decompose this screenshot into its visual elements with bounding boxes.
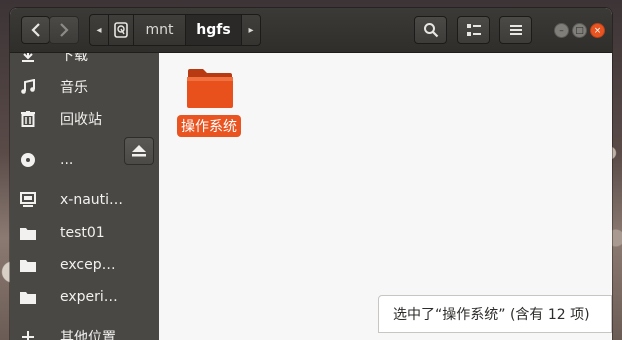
trash-icon (19, 110, 37, 128)
path-scroll-left-button[interactable]: ◂ (89, 14, 109, 46)
sidebar-item-label: 其他位置 (60, 330, 116, 340)
back-button[interactable] (21, 16, 50, 44)
sidebar-item-other-locations[interactable]: 其他位置 (10, 321, 159, 340)
file-manager-window: ◂ mnt hgfs ▸ – □ × 下载 音乐 回收站 ... x-nauti… (10, 8, 612, 340)
disc-icon (19, 151, 37, 169)
caret-right-icon: ▸ (248, 24, 254, 36)
plus-icon (19, 328, 37, 340)
file-item-label: 操作系统 (177, 115, 241, 137)
maximize-button[interactable]: □ (572, 23, 587, 38)
caret-left-icon: ◂ (96, 24, 102, 36)
search-icon (423, 23, 438, 38)
path-crumb-root[interactable] (108, 14, 134, 46)
eject-button[interactable] (124, 137, 154, 165)
sidebar-item-label: x-nauti… (60, 192, 124, 208)
computer-icon (19, 191, 37, 209)
status-overlay: 选中了“操作系统” (含有 12 项) (378, 295, 612, 333)
sidebar-item-trash[interactable]: 回收站 (10, 103, 159, 135)
search-button[interactable] (414, 16, 447, 44)
sidebar-item-downloads[interactable]: 下载 (10, 53, 159, 71)
path-crumb-hgfs[interactable]: hgfs (185, 14, 242, 46)
maximize-icon: □ (575, 25, 584, 36)
sidebar-item-excep[interactable]: excep… (10, 249, 159, 281)
header-bar: ◂ mnt hgfs ▸ – □ × (10, 8, 612, 53)
sidebar-item-experi[interactable]: experi… (10, 281, 159, 313)
sidebar-item-label: 音乐 (60, 80, 88, 96)
eject-icon (132, 145, 146, 157)
sidebar-item-label: 回收站 (60, 112, 102, 128)
sidebar-item-label: 下载 (60, 53, 88, 64)
hamburger-menu-icon (509, 25, 522, 35)
path-bar: ◂ mnt hgfs ▸ (89, 14, 261, 46)
path-scroll-right-button[interactable]: ▸ (241, 14, 261, 46)
chevron-left-icon (30, 23, 40, 37)
sidebar-item-x-nautilus[interactable]: x-nauti… (10, 184, 159, 216)
path-crumb-mnt[interactable]: mnt (133, 14, 186, 46)
folder-icon (19, 256, 37, 274)
sidebar-item-label: excep… (60, 257, 116, 273)
folder-icon (19, 224, 37, 242)
close-icon: × (593, 25, 602, 36)
sidebar-item-label: test01 (60, 225, 105, 241)
sidebar-item-music[interactable]: 音乐 (10, 71, 159, 103)
folder-icon (187, 69, 233, 108)
sidebar-item-label: ... (60, 152, 74, 168)
music-icon (19, 78, 37, 96)
forward-button[interactable] (49, 16, 79, 44)
list-view-icon (466, 24, 481, 36)
menu-button[interactable] (499, 16, 532, 44)
minimize-icon: – (559, 25, 564, 36)
sidebar-item-label: experi… (60, 289, 118, 305)
view-toggle-button[interactable] (457, 16, 490, 44)
minimize-button[interactable]: – (554, 23, 569, 38)
download-icon (19, 53, 37, 64)
drive-icon (114, 22, 128, 38)
sidebar-item-test01[interactable]: test01 (10, 217, 159, 249)
chevron-right-icon (60, 23, 69, 37)
sidebar: 下载 音乐 回收站 ... x-nauti… test01 excep… exp… (10, 53, 159, 340)
close-button[interactable]: × (590, 23, 605, 38)
folder-icon (19, 288, 37, 306)
